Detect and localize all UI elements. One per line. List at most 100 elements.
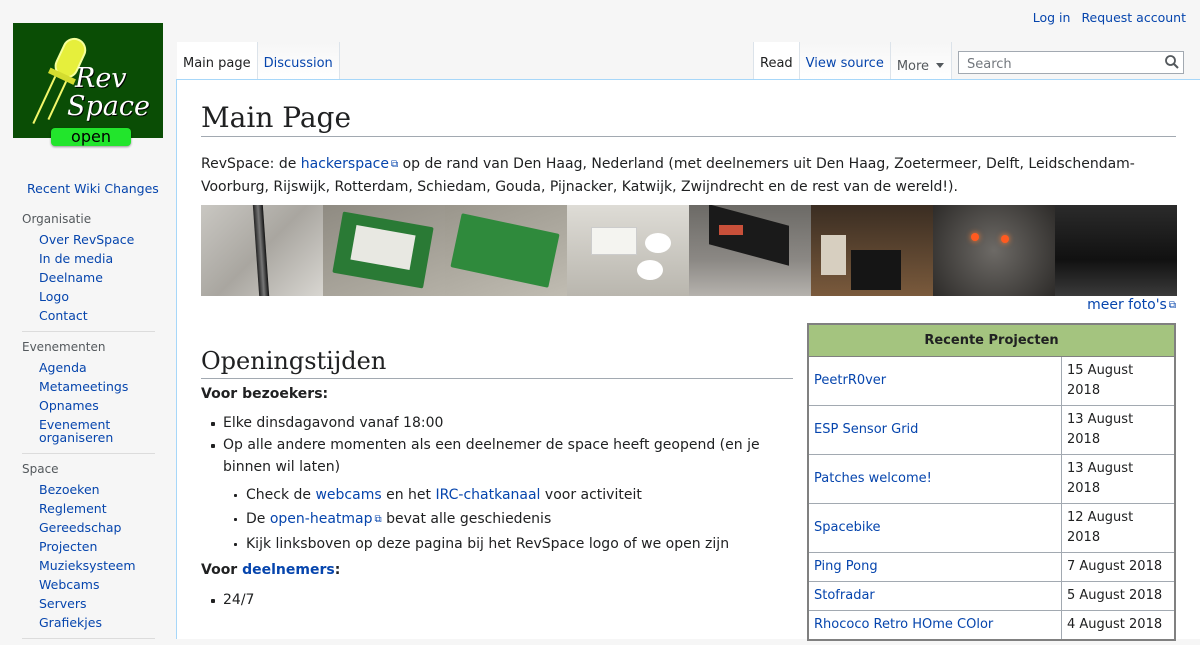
gallery-photo[interactable] (567, 205, 689, 296)
chevron-down-icon (936, 63, 945, 68)
list-item: Check de webcams en het IRC-chatkanaal v… (224, 483, 784, 507)
section-heading-openingstijden: Openingstijden (201, 344, 793, 379)
view-tabs: Read View source More (753, 42, 953, 80)
table-row: ESP Sensor Grid 13 August 2018 (807, 405, 1176, 455)
sidebar-section-organisatie: Organisatie Over RevSpace In de media De… (22, 210, 155, 332)
webcams-link[interactable]: webcams (315, 487, 381, 503)
search-input[interactable] (965, 53, 1159, 75)
gallery-photo[interactable] (201, 205, 323, 296)
sidebar-item-in-de-media[interactable]: In de media (39, 251, 113, 266)
logo-text-rev: Rev (75, 63, 127, 94)
project-link[interactable]: PeetrR0ver (814, 373, 886, 388)
open-heatmap-link[interactable]: open-heatmap (270, 511, 382, 527)
project-date: 15 August 2018 (1061, 356, 1176, 406)
sidebar-item-metameetings[interactable]: Metameetings (39, 379, 128, 394)
page-title: Main Page (201, 100, 1176, 137)
sidebar-item-logo[interactable]: Logo (39, 289, 69, 304)
list-text: bevat alle geschiedenis (381, 511, 552, 527)
members-heading-text: Voor (201, 562, 243, 578)
list-text: Check de (246, 487, 316, 503)
sidebar-item-webcams[interactable]: Webcams (39, 577, 99, 592)
sidebar-item-servers[interactable]: Servers (39, 596, 87, 611)
table-row: PeetrR0ver 15 August 2018 (807, 356, 1176, 406)
sidebar-heading: Evenementen (22, 340, 106, 354)
content-area: Main Page RevSpace: de hackerspace op de… (176, 79, 1200, 641)
sidebar-item-evenement-organiseren[interactable]: Evenement organiseren (39, 417, 113, 445)
intro-text: RevSpace: de (201, 156, 301, 172)
sidebar-item-contact[interactable]: Contact (39, 308, 88, 323)
hackerspace-link[interactable]: hackerspace (301, 156, 398, 172)
gallery-photo[interactable] (933, 205, 1055, 296)
sidebar-heading: Organisatie (22, 212, 92, 226)
request-account-link[interactable]: Request account (1081, 10, 1186, 25)
project-link[interactable]: Stofradar (814, 588, 875, 603)
deelnemers-link[interactable]: deelnemers (242, 562, 335, 578)
gallery-photo[interactable] (323, 205, 445, 296)
gallery-photo[interactable] (811, 205, 933, 296)
space-open-status-badge: open (51, 128, 131, 146)
sidebar-item-over-revspace[interactable]: Over RevSpace (39, 232, 134, 247)
project-date: 7 August 2018 (1061, 552, 1176, 582)
search-icon[interactable] (1164, 54, 1180, 70)
gallery-photo[interactable] (689, 205, 811, 296)
sidebar-item-muzieksysteem[interactable]: Muzieksysteem (39, 558, 136, 573)
list-item: Kijk linksboven op deze pagina bij het R… (224, 532, 784, 556)
sidebar-section-space: Space Bezoeken Reglement Gereedschap Pro… (22, 460, 155, 639)
more-menu-label: More (896, 59, 930, 74)
project-date: 5 August 2018 (1061, 581, 1176, 611)
login-link[interactable]: Log in (1033, 10, 1071, 25)
revspace-logo[interactable]: Rev Space (13, 23, 163, 138)
project-link[interactable]: Ping Pong (814, 559, 878, 574)
logo-text-space: Space (67, 91, 150, 122)
table-row: Ping Pong 7 August 2018 (807, 552, 1176, 582)
sidebar-item-projecten[interactable]: Projecten (39, 539, 97, 554)
intro-paragraph: RevSpace: de hackerspace op de rand van … (201, 153, 1161, 198)
list-item: 24/7 (201, 589, 761, 611)
gallery-photo[interactable] (1055, 205, 1177, 296)
project-link[interactable]: Patches welcome! (814, 471, 932, 486)
project-date: 4 August 2018 (1061, 610, 1176, 641)
list-item: De open-heatmap bevat alle geschiedenis (224, 507, 784, 532)
sidebar-item-gereedschap[interactable]: Gereedschap (39, 520, 121, 535)
table-header: Recente Projecten (807, 323, 1176, 357)
table-row: Spacebike 12 August 2018 (807, 503, 1176, 553)
project-date: 13 August 2018 (1061, 405, 1176, 455)
members-list: 24/7 (201, 589, 761, 611)
list-text: De (246, 511, 270, 527)
list-item: Elke dinsdagavond vanaf 18:00 (201, 412, 771, 434)
table-row: Rhococo Retro HOme COlor 4 August 2018 (807, 610, 1176, 641)
project-date: 12 August 2018 (1061, 503, 1176, 553)
recent-projects-table: Recente Projecten PeetrR0ver 15 August 20… (807, 323, 1176, 641)
visitors-sublist: Check de webcams en het IRC-chatkanaal v… (224, 483, 784, 556)
sidebar-item-grafiekjes[interactable]: Grafiekjes (39, 615, 102, 630)
list-text: voor activiteit (540, 487, 642, 503)
more-photos-link[interactable]: meer foto's (1087, 297, 1176, 313)
sidebar-item-opnames[interactable]: Opnames (39, 398, 99, 413)
more-menu[interactable]: More (890, 42, 953, 80)
irc-chat-link[interactable]: IRC-chatkanaal (435, 487, 540, 503)
sidebar-item-agenda[interactable]: Agenda (39, 360, 87, 375)
members-heading-text: : (334, 562, 341, 578)
project-link[interactable]: Spacebike (814, 520, 881, 535)
sidebar-item-deelname[interactable]: Deelname (39, 270, 103, 285)
tab-view-source[interactable]: View source (799, 42, 891, 80)
gallery-photo[interactable] (445, 205, 567, 296)
table-row: Stofradar 5 August 2018 (807, 581, 1176, 611)
tab-read[interactable]: Read (753, 42, 800, 80)
sidebar-section-evenementen: Evenementen Agenda Metameetings Opnames … (22, 338, 155, 454)
recent-wiki-changes-link[interactable]: Recent Wiki Changes (27, 181, 159, 196)
list-item: Op alle andere momenten als een deelneme… (201, 434, 771, 478)
project-date: 13 August 2018 (1061, 454, 1176, 504)
tab-main-page[interactable]: Main page (177, 42, 258, 80)
sidebar-item-reglement[interactable]: Reglement (39, 501, 107, 516)
visitors-list: Elke dinsdagavond vanaf 18:00 Op alle an… (201, 412, 771, 478)
personal-tools: Log in Request account (1026, 10, 1186, 25)
sidebar-item-bezoeken[interactable]: Bezoeken (39, 482, 100, 497)
search-box (958, 51, 1184, 75)
project-link[interactable]: ESP Sensor Grid (814, 422, 918, 437)
sidebar: Recent Wiki Changes Organisatie Over Rev… (0, 180, 176, 645)
members-heading: Voor deelnemers: (201, 562, 340, 578)
list-text: en het (381, 487, 436, 503)
tab-discussion[interactable]: Discussion (257, 42, 340, 80)
sidebar-heading: Space (22, 462, 59, 476)
